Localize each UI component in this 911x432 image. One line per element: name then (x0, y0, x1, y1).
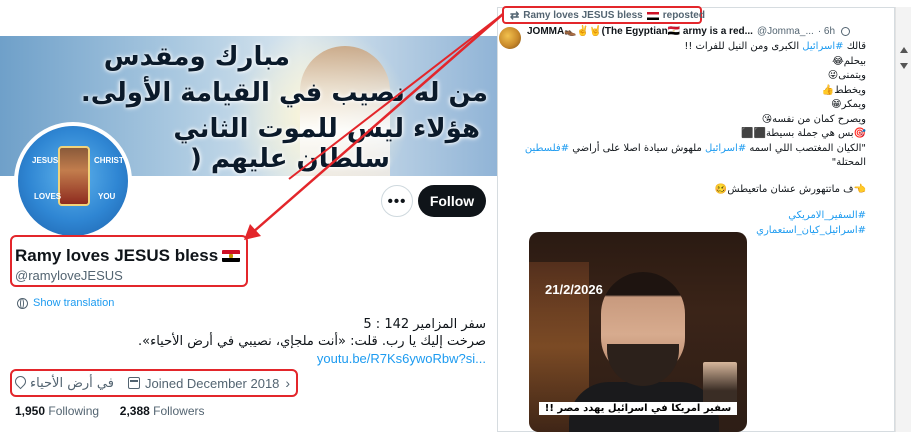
hashtag-link[interactable]: #فلسطين (525, 143, 569, 154)
tweet-header: JOMMA👞✌️🤘(The Egyptian🇪🇬 army is a red..… (527, 26, 851, 37)
avatar-text: YOU (98, 192, 116, 201)
tweet-line: ويصرح كمان من نفسه😘 (761, 113, 866, 125)
followers-label: Followers (153, 404, 205, 418)
tweet-line: قالك #اسرائيل الكبرى ومن النيل للفرات !! (684, 41, 866, 52)
follow-button[interactable]: Follow (418, 185, 486, 217)
chevron-right-icon[interactable]: › (285, 375, 290, 391)
banner-text-line: هؤلاء ليس للموت الثاني (173, 114, 480, 144)
avatar-text: CHRIST (94, 156, 124, 165)
video-date: 21/2/2026 (545, 282, 603, 297)
tweet-line: المحتلة" (831, 157, 866, 168)
profile-bio: سفر المزامير 142 : 5 صرخت إليك يا رب. قل… (106, 316, 486, 368)
egypt-flag-icon (222, 250, 241, 262)
profile-display-name: Ramy loves JESUS bless (15, 246, 241, 266)
scrollbar[interactable] (895, 7, 911, 432)
bio-line: صرخت إليك يا رب. قلت: «أنت ملجإي، نصيبي … (138, 334, 486, 349)
show-translation-link[interactable]: Show translation (17, 297, 114, 309)
screenshot-stage: مبارك ومقدس من له نصيب في القيامة الأولى… (0, 0, 911, 432)
tweet-author-handle[interactable]: @Jomma_... (757, 26, 814, 37)
display-name-text: Ramy loves JESUS bless (15, 246, 219, 265)
tweet-line: ويخطط👍 (821, 84, 866, 96)
video-caption-text: سفير امريكا في اسرائيل يهدد مصر !! (538, 402, 738, 415)
avatar-text: JESUS (32, 156, 59, 165)
avatar-icon-image (58, 146, 90, 206)
following-label: Following (48, 404, 100, 418)
following-link[interactable]: 1,950 Following (15, 404, 99, 418)
tweet-author-name[interactable]: JOMMA👞✌️🤘(The Egyptian🇪🇬 army is a red..… (527, 26, 753, 37)
followers-link[interactable]: 2,388 Followers (120, 404, 205, 418)
scroll-down-arrow-icon[interactable] (900, 63, 908, 69)
banner-text-line: سلطان عليهم ( (190, 144, 390, 174)
video-person-beard (607, 344, 679, 386)
hashtag-link[interactable]: #اسرائيل_كيان_استعماري (756, 225, 866, 236)
tweet-timestamp[interactable]: · 6h (818, 26, 835, 37)
following-count: 1,950 (15, 404, 46, 418)
bio-youtube-link[interactable]: youtu.be/R7Ks6ywoRbw?si... (317, 350, 486, 367)
profile-meta: في أرض الأحياء Joined December 2018 › (15, 375, 290, 391)
tweet-body: قالك #اسرائيل الكبرى ومن النيل للفرات !!… (520, 40, 866, 238)
banner-text-line: من له نصيب في القيامة الأولى. (80, 78, 488, 108)
tweet-line: 👈ف ماتتهورش عشان ماتعيطش🥴 (714, 183, 866, 195)
tweet-line: بيحلم😂 (832, 55, 866, 67)
hashtag-link[interactable]: #اسرائيل (705, 143, 746, 154)
repost-icon: ⇄ (510, 10, 520, 22)
profile-panel: مبارك ومقدس من له نصيب في القيامة الأولى… (0, 0, 500, 432)
tweet-line: "الكيان المغتصب اللي اسمه #اسرائيل ملهوش… (524, 142, 866, 154)
profile-stats: 1,950 Following 2,388 Followers (15, 404, 205, 418)
scroll-up-arrow-icon[interactable] (900, 47, 908, 53)
grok-icon[interactable] (841, 27, 851, 36)
banner-text-line: مبارك ومقدس (103, 42, 290, 72)
bio-line: سفر المزامير 142 : 5 (363, 317, 486, 332)
profile-joined-date: Joined December 2018 (144, 375, 280, 391)
profile-location: في أرض الأحياء (30, 375, 114, 391)
repost-indicator[interactable]: ⇄ Ramy loves JESUS bless reposted (510, 9, 705, 22)
video-caption: سفير امريكا في اسرائيل يهدد مصر !! (529, 398, 747, 416)
egypt-flag-icon (646, 11, 659, 20)
profile-handle: @ramyloveJESUS (15, 268, 123, 283)
more-options-button[interactable]: ••• (381, 185, 413, 217)
repost-label: reposted (662, 10, 705, 21)
location-pin-icon (15, 376, 26, 390)
hashtag-link[interactable]: #اسرائيل (802, 41, 843, 52)
show-translation-label: Show translation (33, 297, 115, 309)
tweet-line: ويتمنى😜 (827, 70, 866, 81)
globe-icon (17, 297, 28, 309)
tweet-author-avatar[interactable] (499, 27, 521, 49)
tweet-line: 🎯بس هي جملة بسيطة⬛⬛ (741, 128, 866, 139)
repost-by-name: Ramy loves JESUS bless (523, 10, 643, 21)
tweet-line: #السفير_الامريكي (520, 209, 866, 224)
avatar-text: LOVES (34, 192, 62, 201)
calendar-icon (127, 377, 140, 389)
hashtag-link[interactable]: #السفير_الامريكي (788, 210, 866, 221)
followers-count: 2,388 (119, 404, 150, 418)
tweet-line: ويمكر😁 (831, 99, 866, 110)
tweet-video[interactable]: 21/2/2026 سفير امريكا في اسرائيل يهدد مص… (529, 232, 747, 432)
profile-avatar[interactable]: JESUS CHRIST LOVES YOU (14, 122, 132, 240)
